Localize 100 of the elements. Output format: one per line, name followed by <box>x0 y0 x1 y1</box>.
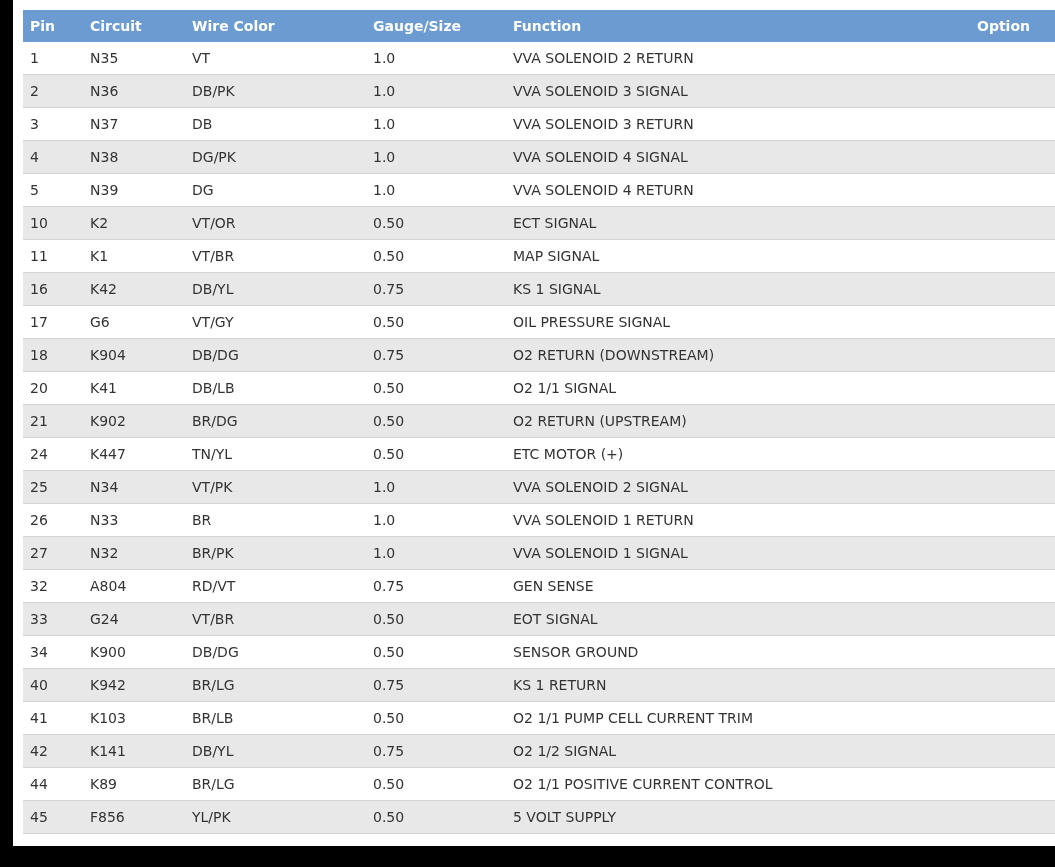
table-cell: VVA SOLENOID 3 RETURN <box>513 115 694 132</box>
table-cell: N35 <box>90 49 119 66</box>
column-header: Function <box>513 17 582 34</box>
table-cell: 11 <box>30 247 48 264</box>
table-cell: OIL PRESSURE SIGNAL <box>513 313 671 330</box>
table-cell: BR <box>192 511 212 528</box>
column-header: Pin <box>30 17 56 34</box>
table-cell: K942 <box>90 676 126 693</box>
table-cell: BR/DG <box>192 412 238 429</box>
table-cell: K42 <box>90 280 117 297</box>
table-cell: 0.50 <box>373 214 405 231</box>
table-cell: 1.0 <box>373 478 396 495</box>
table-cell: O2 1/2 SIGNAL <box>513 742 617 759</box>
table-cell: VT/GY <box>192 313 234 330</box>
table-cell: VVA SOLENOID 4 RETURN <box>513 181 694 198</box>
table-cell: 5 <box>30 181 39 198</box>
table-cell: 1.0 <box>373 49 396 66</box>
table-cell: VVA SOLENOID 3 SIGNAL <box>513 82 688 99</box>
table-cell: TN/YL <box>192 445 233 462</box>
table-cell: N34 <box>90 478 119 495</box>
table-cell: 4 <box>30 148 39 165</box>
table-cell: 3 <box>30 115 39 132</box>
table-cell: 0.50 <box>373 412 405 429</box>
table-cell: 42 <box>30 742 48 759</box>
table-cell: O2 1/1 SIGNAL <box>513 379 617 396</box>
table-cell: 0.50 <box>373 775 405 792</box>
table-cell: DG/PK <box>192 148 236 165</box>
table-cell: VT/PK <box>192 478 233 495</box>
table-cell: 0.75 <box>373 676 405 693</box>
table-cell: SENSOR GROUND <box>513 643 639 660</box>
table-cell: 34 <box>30 643 48 660</box>
table-cell: BR/PK <box>192 544 234 561</box>
table-cell: K141 <box>90 742 126 759</box>
table-cell: 0.50 <box>373 709 405 726</box>
table-cell: K41 <box>90 379 117 396</box>
table-cell: 27 <box>30 544 48 561</box>
table-cell: DB/YL <box>192 742 234 759</box>
table-cell: EOT SIGNAL <box>513 610 598 627</box>
table-cell: O2 1/1 PUMP CELL CURRENT TRIM <box>513 709 753 726</box>
table-cell: K2 <box>90 214 109 231</box>
table-cell: 33 <box>30 610 48 627</box>
table-cell: RD/VT <box>192 577 236 594</box>
table-cell: 17 <box>30 313 48 330</box>
table-cell: O2 1/1 POSITIVE CURRENT CONTROL <box>513 775 773 792</box>
table-cell: 0.75 <box>373 577 405 594</box>
table-cell: YL/PK <box>192 808 231 825</box>
table-cell: BR/LB <box>192 709 234 726</box>
table-cell: 20 <box>30 379 48 396</box>
table-cell: K447 <box>90 445 126 462</box>
table-cell: 0.50 <box>373 379 405 396</box>
table-cell: O2 RETURN (UPSTREAM) <box>513 412 687 429</box>
table-cell: K900 <box>90 643 126 660</box>
table-cell: MAP SIGNAL <box>513 247 600 264</box>
table-cell: DB/LB <box>192 379 235 396</box>
table-cell: 26 <box>30 511 48 528</box>
table-cell: K904 <box>90 346 126 363</box>
table-cell: BR/LG <box>192 676 235 693</box>
table-cell: 1.0 <box>373 115 396 132</box>
table-cell: 45 <box>30 808 48 825</box>
table-cell: 0.75 <box>373 346 405 363</box>
table-cell: KS 1 SIGNAL <box>513 280 601 297</box>
table-cell: N32 <box>90 544 119 561</box>
table-cell: G6 <box>90 313 110 330</box>
table-cell: 10 <box>30 214 48 231</box>
table-cell: 18 <box>30 346 48 363</box>
table-cell: N36 <box>90 82 119 99</box>
table-cell: A804 <box>90 577 127 594</box>
table-cell: BR/LG <box>192 775 235 792</box>
table-cell: DB/DG <box>192 346 239 363</box>
table-cell: 1.0 <box>373 544 396 561</box>
table-cell: 0.50 <box>373 610 405 627</box>
table-cell: 1.0 <box>373 148 396 165</box>
table-cell: N39 <box>90 181 119 198</box>
column-header: Gauge/Size <box>373 17 462 34</box>
column-header: Circuit <box>90 17 142 34</box>
table-cell: 21 <box>30 412 48 429</box>
table-cell: ECT SIGNAL <box>513 214 597 231</box>
table-cell: KS 1 RETURN <box>513 676 607 693</box>
table-cell: 41 <box>30 709 48 726</box>
table-cell: 44 <box>30 775 48 792</box>
table-cell: 40 <box>30 676 48 693</box>
table-cell: 32 <box>30 577 48 594</box>
table-cell: VVA SOLENOID 1 SIGNAL <box>513 544 688 561</box>
table-cell: 0.75 <box>373 280 405 297</box>
table-cell: DB/YL <box>192 280 234 297</box>
table-cell: VT/BR <box>192 610 235 627</box>
table-cell: 25 <box>30 478 48 495</box>
table-cell: DB <box>192 115 213 132</box>
column-header: Wire Color <box>192 17 275 34</box>
table-cell: VVA SOLENOID 2 RETURN <box>513 49 694 66</box>
table-cell: K1 <box>90 247 109 264</box>
table-cell: VVA SOLENOID 1 RETURN <box>513 511 694 528</box>
table-cell: F856 <box>90 808 125 825</box>
table-cell: 5 VOLT SUPPLY <box>513 808 617 825</box>
table-cell: ETC MOTOR (+) <box>513 445 624 462</box>
table-cell: DG <box>192 181 214 198</box>
table-cell: DB/PK <box>192 82 235 99</box>
table-cell: 0.50 <box>373 808 405 825</box>
table-cell: 1 <box>30 49 39 66</box>
table-cell: 0.50 <box>373 247 405 264</box>
